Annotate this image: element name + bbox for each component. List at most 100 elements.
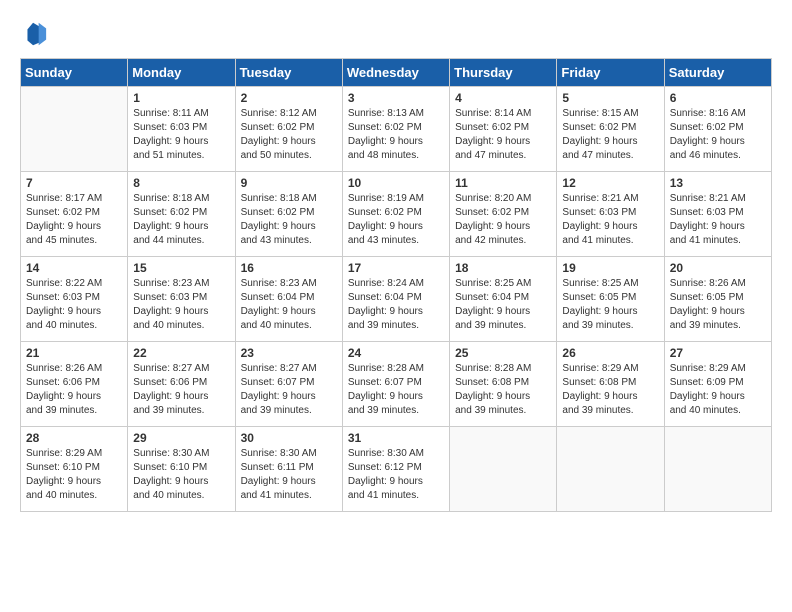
calendar-cell: 8 Sunrise: 8:18 AM Sunset: 6:02 PM Daylig… xyxy=(128,172,235,257)
calendar-week-2: 7Sunrise: 8:17 AM Sunset: 6:02 PM Daylig… xyxy=(21,172,772,257)
calendar-cell: 14 Sunrise: 8:22 AM Sunset: 6:03 PM Dayli… xyxy=(21,257,128,342)
day-info: Sunrise: 8:25 AM Sunset: 6:04 PM Dayligh… xyxy=(455,277,551,333)
day-number: 11 xyxy=(455,176,551,190)
calendar-cell: 5 Sunrise: 8:15 AM Sunset: 6:02 PM Daylig… xyxy=(557,87,664,172)
day-number: 16 xyxy=(241,261,337,275)
day-number: 4 xyxy=(455,91,551,105)
day-info: Sunrise: 8:11 AM Sunset: 6:03 PM Dayligh… xyxy=(133,107,229,163)
calendar-table: SundayMondayTuesdayWednesdayThursdayFrid… xyxy=(20,58,772,512)
calendar-cell: 3Sunrise: 8:13 AM Sunset: 6:02 PM Daylig… xyxy=(342,87,449,172)
calendar-cell: 11 Sunrise: 8:20 AM Sunset: 6:02 PM Dayli… xyxy=(450,172,557,257)
day-info: Sunrise: 8:16 AM Sunset: 6:02 PM Dayligh… xyxy=(670,107,766,163)
calendar-header-row: SundayMondayTuesdayWednesdayThursdayFrid… xyxy=(21,59,772,87)
day-info: Sunrise: 8:30 AM Sunset: 6:10 PM Dayligh… xyxy=(133,447,229,503)
day-info: Sunrise: 8:28 AM Sunset: 6:08 PM Dayligh… xyxy=(455,362,551,418)
logo xyxy=(20,20,52,48)
day-number: 7 xyxy=(26,176,122,190)
day-info: Sunrise: 8:20 AM Sunset: 6:02 PM Dayligh… xyxy=(455,192,551,248)
day-info: Sunrise: 8:30 AM Sunset: 6:12 PM Dayligh… xyxy=(348,447,444,503)
logo-icon xyxy=(20,20,48,48)
column-header-tuesday: Tuesday xyxy=(235,59,342,87)
day-number: 31 xyxy=(348,431,444,445)
day-number: 13 xyxy=(670,176,766,190)
column-header-thursday: Thursday xyxy=(450,59,557,87)
day-number: 22 xyxy=(133,346,229,360)
day-info: Sunrise: 8:29 AM Sunset: 6:10 PM Dayligh… xyxy=(26,447,122,503)
calendar-cell: 17Sunrise: 8:24 AM Sunset: 6:04 PM Dayli… xyxy=(342,257,449,342)
day-info: Sunrise: 8:18 AM Sunset: 6:02 PM Dayligh… xyxy=(133,192,229,248)
day-number: 24 xyxy=(348,346,444,360)
calendar-cell xyxy=(557,427,664,512)
day-number: 21 xyxy=(26,346,122,360)
day-info: Sunrise: 8:27 AM Sunset: 6:07 PM Dayligh… xyxy=(241,362,337,418)
calendar-cell xyxy=(450,427,557,512)
day-info: Sunrise: 8:13 AM Sunset: 6:02 PM Dayligh… xyxy=(348,107,444,163)
day-number: 8 xyxy=(133,176,229,190)
day-number: 2 xyxy=(241,91,337,105)
day-number: 14 xyxy=(26,261,122,275)
day-number: 28 xyxy=(26,431,122,445)
day-info: Sunrise: 8:15 AM Sunset: 6:02 PM Dayligh… xyxy=(562,107,658,163)
day-info: Sunrise: 8:18 AM Sunset: 6:02 PM Dayligh… xyxy=(241,192,337,248)
calendar-cell: 22 Sunrise: 8:27 AM Sunset: 6:06 PM Dayli… xyxy=(128,342,235,427)
day-info: Sunrise: 8:26 AM Sunset: 6:05 PM Dayligh… xyxy=(670,277,766,333)
calendar-cell: 2 Sunrise: 8:12 AM Sunset: 6:02 PM Daylig… xyxy=(235,87,342,172)
day-number: 29 xyxy=(133,431,229,445)
calendar-cell: 18Sunrise: 8:25 AM Sunset: 6:04 PM Dayli… xyxy=(450,257,557,342)
day-number: 15 xyxy=(133,261,229,275)
day-info: Sunrise: 8:25 AM Sunset: 6:05 PM Dayligh… xyxy=(562,277,658,333)
page-header xyxy=(20,20,772,48)
day-info: Sunrise: 8:22 AM Sunset: 6:03 PM Dayligh… xyxy=(26,277,122,333)
day-number: 5 xyxy=(562,91,658,105)
calendar-cell: 29 Sunrise: 8:30 AM Sunset: 6:10 PM Dayli… xyxy=(128,427,235,512)
day-info: Sunrise: 8:28 AM Sunset: 6:07 PM Dayligh… xyxy=(348,362,444,418)
day-info: Sunrise: 8:21 AM Sunset: 6:03 PM Dayligh… xyxy=(562,192,658,248)
day-info: Sunrise: 8:21 AM Sunset: 6:03 PM Dayligh… xyxy=(670,192,766,248)
calendar-cell: 4 Sunrise: 8:14 AM Sunset: 6:02 PM Daylig… xyxy=(450,87,557,172)
day-info: Sunrise: 8:23 AM Sunset: 6:04 PM Dayligh… xyxy=(241,277,337,333)
calendar-cell: 26Sunrise: 8:29 AM Sunset: 6:08 PM Dayli… xyxy=(557,342,664,427)
day-number: 30 xyxy=(241,431,337,445)
day-info: Sunrise: 8:26 AM Sunset: 6:06 PM Dayligh… xyxy=(26,362,122,418)
day-number: 1 xyxy=(133,91,229,105)
calendar-cell: 7Sunrise: 8:17 AM Sunset: 6:02 PM Daylig… xyxy=(21,172,128,257)
calendar-cell: 20Sunrise: 8:26 AM Sunset: 6:05 PM Dayli… xyxy=(664,257,771,342)
calendar-cell: 19Sunrise: 8:25 AM Sunset: 6:05 PM Dayli… xyxy=(557,257,664,342)
calendar-cell: 13 Sunrise: 8:21 AM Sunset: 6:03 PM Dayli… xyxy=(664,172,771,257)
column-header-saturday: Saturday xyxy=(664,59,771,87)
day-number: 27 xyxy=(670,346,766,360)
calendar-week-4: 21 Sunrise: 8:26 AM Sunset: 6:06 PM Dayli… xyxy=(21,342,772,427)
calendar-cell: 6Sunrise: 8:16 AM Sunset: 6:02 PM Daylig… xyxy=(664,87,771,172)
column-header-friday: Friday xyxy=(557,59,664,87)
day-info: Sunrise: 8:12 AM Sunset: 6:02 PM Dayligh… xyxy=(241,107,337,163)
day-info: Sunrise: 8:23 AM Sunset: 6:03 PM Dayligh… xyxy=(133,277,229,333)
calendar-cell: 9 Sunrise: 8:18 AM Sunset: 6:02 PM Daylig… xyxy=(235,172,342,257)
day-number: 9 xyxy=(241,176,337,190)
calendar-week-3: 14 Sunrise: 8:22 AM Sunset: 6:03 PM Dayli… xyxy=(21,257,772,342)
calendar-cell: 27 Sunrise: 8:29 AM Sunset: 6:09 PM Dayli… xyxy=(664,342,771,427)
calendar-cell: 30Sunrise: 8:30 AM Sunset: 6:11 PM Dayli… xyxy=(235,427,342,512)
calendar-cell: 25Sunrise: 8:28 AM Sunset: 6:08 PM Dayli… xyxy=(450,342,557,427)
column-header-monday: Monday xyxy=(128,59,235,87)
calendar-week-5: 28 Sunrise: 8:29 AM Sunset: 6:10 PM Dayli… xyxy=(21,427,772,512)
calendar-cell: 31 Sunrise: 8:30 AM Sunset: 6:12 PM Dayli… xyxy=(342,427,449,512)
column-header-wednesday: Wednesday xyxy=(342,59,449,87)
calendar-cell: 24 Sunrise: 8:28 AM Sunset: 6:07 PM Dayli… xyxy=(342,342,449,427)
calendar-cell xyxy=(664,427,771,512)
day-info: Sunrise: 8:14 AM Sunset: 6:02 PM Dayligh… xyxy=(455,107,551,163)
calendar-cell xyxy=(21,87,128,172)
calendar-cell: 1 Sunrise: 8:11 AM Sunset: 6:03 PM Daylig… xyxy=(128,87,235,172)
calendar-cell: 12 Sunrise: 8:21 AM Sunset: 6:03 PM Dayli… xyxy=(557,172,664,257)
column-header-sunday: Sunday xyxy=(21,59,128,87)
calendar-cell: 16 Sunrise: 8:23 AM Sunset: 6:04 PM Dayli… xyxy=(235,257,342,342)
calendar-cell: 28 Sunrise: 8:29 AM Sunset: 6:10 PM Dayli… xyxy=(21,427,128,512)
calendar-cell: 15 Sunrise: 8:23 AM Sunset: 6:03 PM Dayli… xyxy=(128,257,235,342)
calendar-week-1: 1 Sunrise: 8:11 AM Sunset: 6:03 PM Daylig… xyxy=(21,87,772,172)
calendar-cell: 21 Sunrise: 8:26 AM Sunset: 6:06 PM Dayli… xyxy=(21,342,128,427)
day-info: Sunrise: 8:27 AM Sunset: 6:06 PM Dayligh… xyxy=(133,362,229,418)
day-info: Sunrise: 8:29 AM Sunset: 6:09 PM Dayligh… xyxy=(670,362,766,418)
day-number: 10 xyxy=(348,176,444,190)
day-number: 12 xyxy=(562,176,658,190)
day-number: 17 xyxy=(348,261,444,275)
calendar-cell: 23Sunrise: 8:27 AM Sunset: 6:07 PM Dayli… xyxy=(235,342,342,427)
